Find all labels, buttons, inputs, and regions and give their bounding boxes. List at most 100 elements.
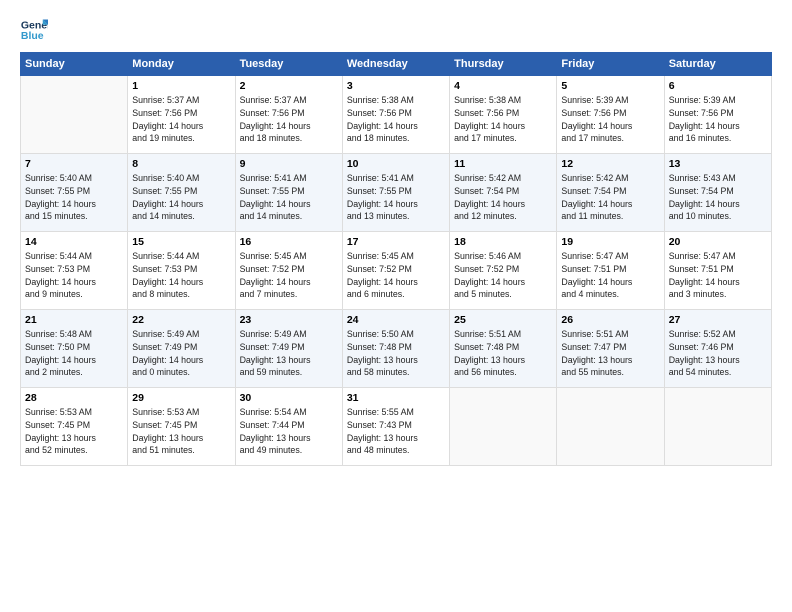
day-info: Sunrise: 5:41 AMSunset: 7:55 PMDaylight:… (240, 172, 338, 223)
calendar-cell: 3 Sunrise: 5:38 AMSunset: 7:56 PMDaylight… (342, 76, 449, 154)
day-number: 9 (240, 158, 338, 170)
day-info: Sunrise: 5:45 AMSunset: 7:52 PMDaylight:… (240, 250, 338, 301)
day-info: Sunrise: 5:49 AMSunset: 7:49 PMDaylight:… (240, 328, 338, 379)
day-info: Sunrise: 5:54 AMSunset: 7:44 PMDaylight:… (240, 406, 338, 457)
calendar-cell: 9 Sunrise: 5:41 AMSunset: 7:55 PMDaylight… (235, 154, 342, 232)
calendar-cell: 22 Sunrise: 5:49 AMSunset: 7:49 PMDayligh… (128, 310, 235, 388)
day-info: Sunrise: 5:39 AMSunset: 7:56 PMDaylight:… (561, 94, 659, 145)
calendar-cell: 25 Sunrise: 5:51 AMSunset: 7:48 PMDayligh… (450, 310, 557, 388)
day-number: 8 (132, 158, 230, 170)
day-info: Sunrise: 5:49 AMSunset: 7:49 PMDaylight:… (132, 328, 230, 379)
calendar-cell: 30 Sunrise: 5:54 AMSunset: 7:44 PMDayligh… (235, 388, 342, 466)
calendar-cell: 1Sunrise: 5:37 AMSunset: 7:56 PMDaylight… (128, 76, 235, 154)
day-number: 29 (132, 392, 230, 404)
day-number: 7 (25, 158, 123, 170)
calendar-cell: 31 Sunrise: 5:55 AMSunset: 7:43 PMDayligh… (342, 388, 449, 466)
calendar-cell: 24 Sunrise: 5:50 AMSunset: 7:48 PMDayligh… (342, 310, 449, 388)
calendar-cell: 17 Sunrise: 5:45 AMSunset: 7:52 PMDayligh… (342, 232, 449, 310)
weekday-header-row: SundayMondayTuesdayWednesdayThursdayFrid… (21, 53, 772, 76)
day-number: 13 (669, 158, 767, 170)
day-info: Sunrise: 5:46 AMSunset: 7:52 PMDaylight:… (454, 250, 552, 301)
day-info: Sunrise: 5:45 AMSunset: 7:52 PMDaylight:… (347, 250, 445, 301)
day-info: Sunrise: 5:42 AMSunset: 7:54 PMDaylight:… (454, 172, 552, 223)
day-info: Sunrise: 5:39 AMSunset: 7:56 PMDaylight:… (669, 94, 767, 145)
calendar-cell (21, 76, 128, 154)
calendar-cell (450, 388, 557, 466)
calendar-cell: 12Sunrise: 5:42 AMSunset: 7:54 PMDayligh… (557, 154, 664, 232)
day-number: 17 (347, 236, 445, 248)
calendar-cell: 20 Sunrise: 5:47 AMSunset: 7:51 PMDayligh… (664, 232, 771, 310)
calendar-cell: 2Sunrise: 5:37 AMSunset: 7:56 PMDaylight… (235, 76, 342, 154)
week-row-3: 14 Sunrise: 5:44 AMSunset: 7:53 PMDayligh… (21, 232, 772, 310)
calendar-cell: 28Sunrise: 5:53 AMSunset: 7:45 PMDayligh… (21, 388, 128, 466)
calendar-cell: 8 Sunrise: 5:40 AMSunset: 7:55 PMDaylight… (128, 154, 235, 232)
day-number: 25 (454, 314, 552, 326)
calendar-cell: 21Sunrise: 5:48 AMSunset: 7:50 PMDayligh… (21, 310, 128, 388)
day-info: Sunrise: 5:38 AMSunset: 7:56 PMDaylight:… (347, 94, 445, 145)
calendar-cell: 5Sunrise: 5:39 AMSunset: 7:56 PMDaylight… (557, 76, 664, 154)
day-number: 3 (347, 80, 445, 92)
day-number: 19 (561, 236, 659, 248)
weekday-header-sunday: Sunday (21, 53, 128, 76)
header: General Blue (20, 16, 772, 44)
day-number: 23 (240, 314, 338, 326)
calendar-cell: 13 Sunrise: 5:43 AMSunset: 7:54 PMDayligh… (664, 154, 771, 232)
weekday-header-saturday: Saturday (664, 53, 771, 76)
day-number: 20 (669, 236, 767, 248)
day-info: Sunrise: 5:47 AMSunset: 7:51 PMDaylight:… (561, 250, 659, 301)
calendar-cell: 27 Sunrise: 5:52 AMSunset: 7:46 PMDayligh… (664, 310, 771, 388)
calendar-cell: 29 Sunrise: 5:53 AMSunset: 7:45 PMDayligh… (128, 388, 235, 466)
page: General Blue SundayMondayTuesdayWednesda… (0, 0, 792, 612)
calendar-cell: 10Sunrise: 5:41 AMSunset: 7:55 PMDayligh… (342, 154, 449, 232)
calendar-cell: 14 Sunrise: 5:44 AMSunset: 7:53 PMDayligh… (21, 232, 128, 310)
day-info: Sunrise: 5:37 AMSunset: 7:56 PMDaylight:… (240, 94, 338, 145)
calendar-cell: 15Sunrise: 5:44 AMSunset: 7:53 PMDayligh… (128, 232, 235, 310)
day-number: 10 (347, 158, 445, 170)
day-number: 4 (454, 80, 552, 92)
weekday-header-friday: Friday (557, 53, 664, 76)
calendar-cell: 18 Sunrise: 5:46 AMSunset: 7:52 PMDayligh… (450, 232, 557, 310)
day-number: 18 (454, 236, 552, 248)
day-number: 22 (132, 314, 230, 326)
day-info: Sunrise: 5:42 AMSunset: 7:54 PMDaylight:… (561, 172, 659, 223)
calendar-cell: 6 Sunrise: 5:39 AMSunset: 7:56 PMDaylight… (664, 76, 771, 154)
day-info: Sunrise: 5:53 AMSunset: 7:45 PMDaylight:… (132, 406, 230, 457)
day-info: Sunrise: 5:51 AMSunset: 7:48 PMDaylight:… (454, 328, 552, 379)
weekday-header-tuesday: Tuesday (235, 53, 342, 76)
day-info: Sunrise: 5:37 AMSunset: 7:56 PMDaylight:… (132, 94, 230, 145)
calendar-cell: 11 Sunrise: 5:42 AMSunset: 7:54 PMDayligh… (450, 154, 557, 232)
day-number: 26 (561, 314, 659, 326)
day-info: Sunrise: 5:40 AMSunset: 7:55 PMDaylight:… (132, 172, 230, 223)
weekday-header-wednesday: Wednesday (342, 53, 449, 76)
day-number: 11 (454, 158, 552, 170)
day-info: Sunrise: 5:44 AMSunset: 7:53 PMDaylight:… (25, 250, 123, 301)
day-number: 24 (347, 314, 445, 326)
day-info: Sunrise: 5:53 AMSunset: 7:45 PMDaylight:… (25, 406, 123, 457)
week-row-2: 7 Sunrise: 5:40 AMSunset: 7:55 PMDaylight… (21, 154, 772, 232)
svg-text:Blue: Blue (21, 30, 44, 42)
calendar-cell (557, 388, 664, 466)
day-info: Sunrise: 5:55 AMSunset: 7:43 PMDaylight:… (347, 406, 445, 457)
day-number: 6 (669, 80, 767, 92)
day-info: Sunrise: 5:50 AMSunset: 7:48 PMDaylight:… (347, 328, 445, 379)
logo: General Blue (20, 16, 48, 44)
weekday-header-monday: Monday (128, 53, 235, 76)
calendar-cell: 7Sunrise: 5:40 AMSunset: 7:55 PMDaylight… (21, 154, 128, 232)
day-number: 31 (347, 392, 445, 404)
day-number: 15 (132, 236, 230, 248)
day-number: 27 (669, 314, 767, 326)
calendar-cell: 23 Sunrise: 5:49 AMSunset: 7:49 PMDayligh… (235, 310, 342, 388)
calendar-table: SundayMondayTuesdayWednesdayThursdayFrid… (20, 52, 772, 466)
calendar-cell: 19 Sunrise: 5:47 AMSunset: 7:51 PMDayligh… (557, 232, 664, 310)
calendar-cell: 26Sunrise: 5:51 AMSunset: 7:47 PMDayligh… (557, 310, 664, 388)
day-number: 30 (240, 392, 338, 404)
day-info: Sunrise: 5:43 AMSunset: 7:54 PMDaylight:… (669, 172, 767, 223)
day-info: Sunrise: 5:38 AMSunset: 7:56 PMDaylight:… (454, 94, 552, 145)
day-info: Sunrise: 5:52 AMSunset: 7:46 PMDaylight:… (669, 328, 767, 379)
calendar-cell: 4 Sunrise: 5:38 AMSunset: 7:56 PMDaylight… (450, 76, 557, 154)
day-info: Sunrise: 5:47 AMSunset: 7:51 PMDaylight:… (669, 250, 767, 301)
calendar-cell (664, 388, 771, 466)
weekday-header-thursday: Thursday (450, 53, 557, 76)
day-number: 14 (25, 236, 123, 248)
day-number: 21 (25, 314, 123, 326)
